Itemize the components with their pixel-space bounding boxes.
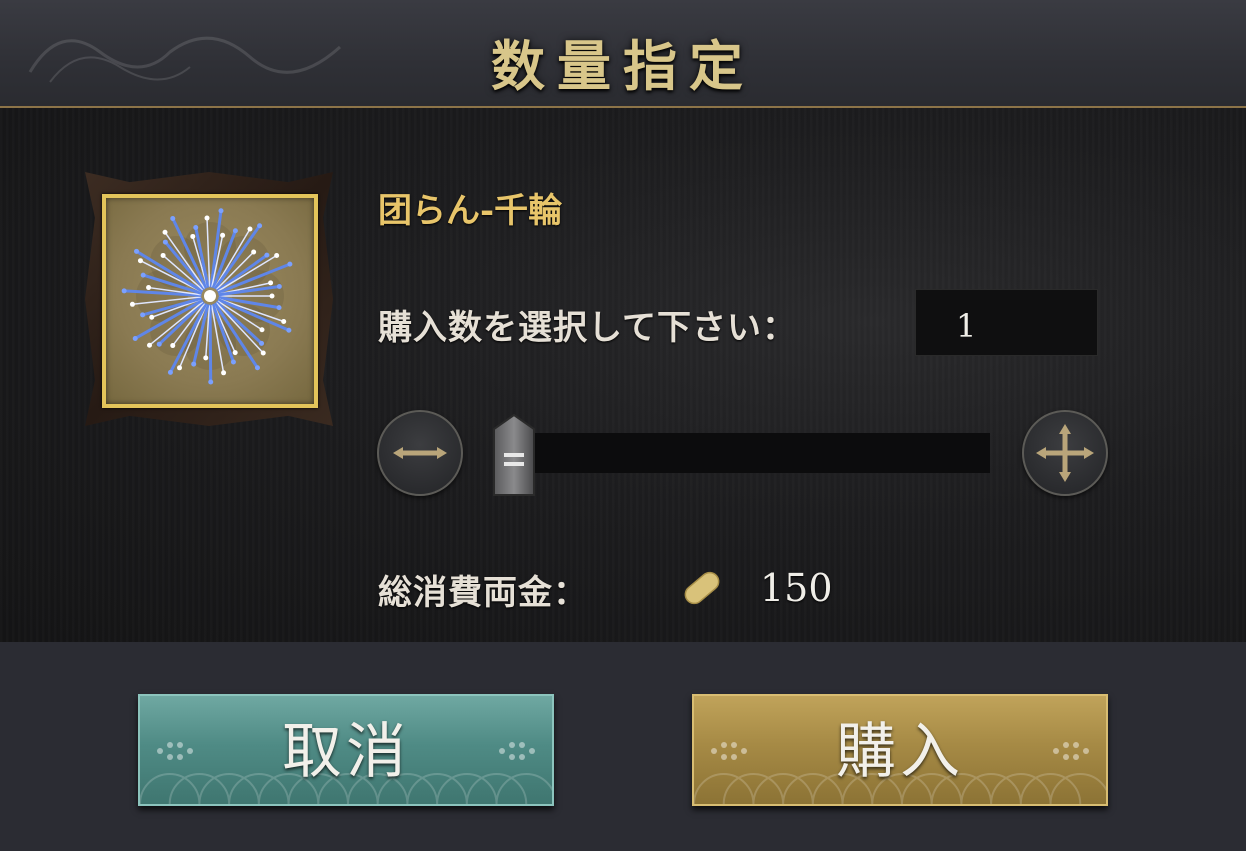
item-image	[102, 194, 318, 408]
item-frame	[85, 172, 333, 426]
slider-handle[interactable]	[492, 413, 536, 497]
buy-button[interactable]: 購入	[692, 694, 1108, 806]
item-name: 团らん-千輪	[378, 191, 563, 231]
minus-arrow-icon	[393, 447, 447, 459]
quantity-slider[interactable]	[505, 433, 990, 473]
plus-arrow-icon	[1036, 424, 1094, 482]
decrease-button[interactable]	[377, 410, 463, 496]
total-cost-value: 150	[760, 566, 833, 610]
total-cost-label: 総消費両金：	[378, 573, 588, 613]
increase-button[interactable]	[1022, 410, 1108, 496]
quantity-dialog: 数量指定 团らん-千輪 購入数を選択して下さい： 1 総消費両金： 150 取消…	[0, 0, 1246, 851]
title-bar: 数量指定	[0, 0, 1246, 108]
gold-coin-icon	[684, 571, 720, 605]
cancel-button-label: 取消	[282, 717, 410, 787]
quantity-field[interactable]: 1	[915, 289, 1098, 356]
buy-button-label: 購入	[836, 717, 964, 787]
firework-icon	[121, 208, 293, 385]
cancel-button[interactable]: 取消	[138, 694, 554, 806]
quantity-prompt: 購入数を選択して下さい：	[378, 308, 797, 348]
dialog-title: 数量指定	[491, 34, 755, 98]
